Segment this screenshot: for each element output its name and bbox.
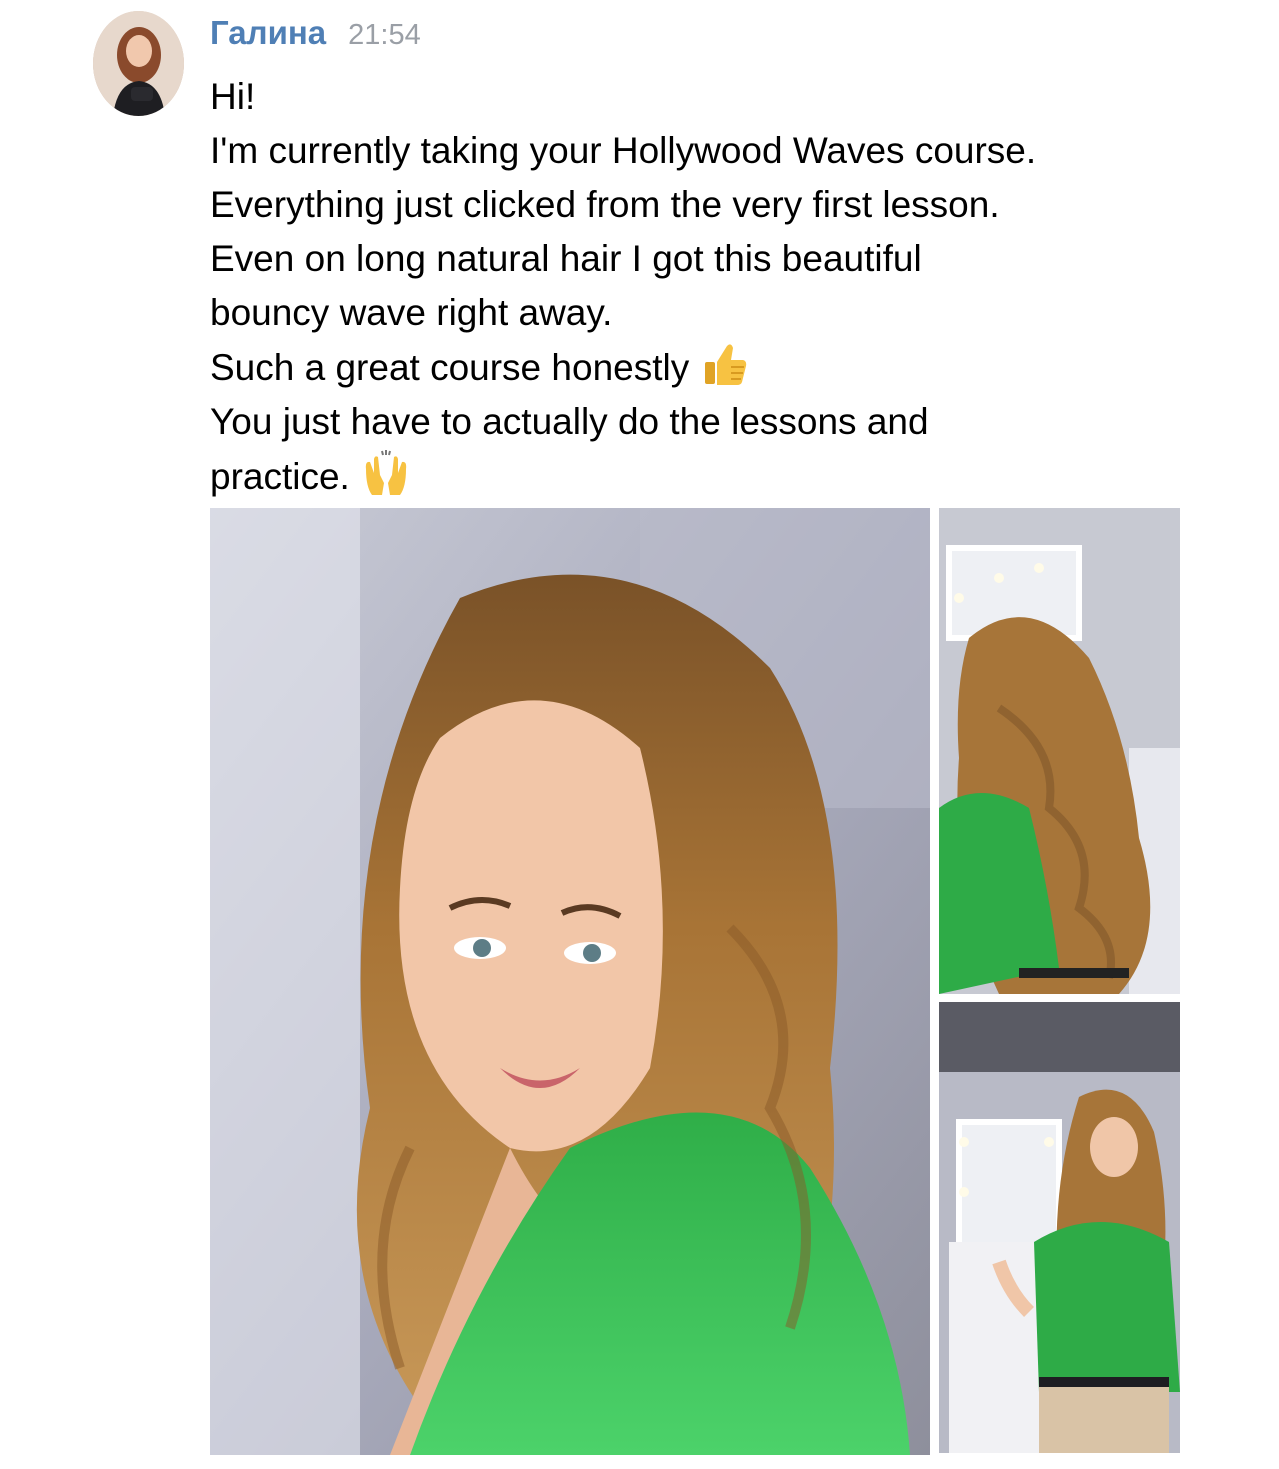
message-line: You just have to actually do the lessons… [210,401,929,442]
message-line: Everything just clicked from the very fi… [210,184,1000,225]
message-time: 21:54 [348,19,421,51]
raised-hands-icon [362,449,410,497]
message-header: Галина 21:54 [210,14,421,58]
message-line: bouncy wave right away. [210,292,613,333]
photo-portrait [210,508,930,1455]
photo-attachment-back[interactable] [939,508,1180,994]
message-text: Hi! I'm currently taking your Hollywood … [210,70,1220,504]
avatar-image [93,11,184,116]
photo-attachment-mirror[interactable] [939,1002,1180,1453]
message-line: I'm currently taking your Hollywood Wave… [210,130,1037,171]
thumbs-up-icon [701,340,749,388]
author-avatar[interactable] [93,11,184,116]
message-line: Hi! [210,76,256,117]
message-line-with-emoji: Such a great course honestly [210,340,1220,395]
message-line: practice. [210,456,350,497]
photo-mirror-view [939,1002,1180,1453]
message-line: Such a great course honestly [210,347,690,388]
message-line-with-emoji: practice. [210,449,1220,504]
photo-back-view [939,508,1180,994]
author-name[interactable]: Галина [210,14,326,52]
photo-attachment-main[interactable] [210,508,930,1455]
chat-message: Галина 21:54 Hi! I'm currently taking yo… [0,0,1279,1469]
message-line: Even on long natural hair I got this bea… [210,238,922,279]
